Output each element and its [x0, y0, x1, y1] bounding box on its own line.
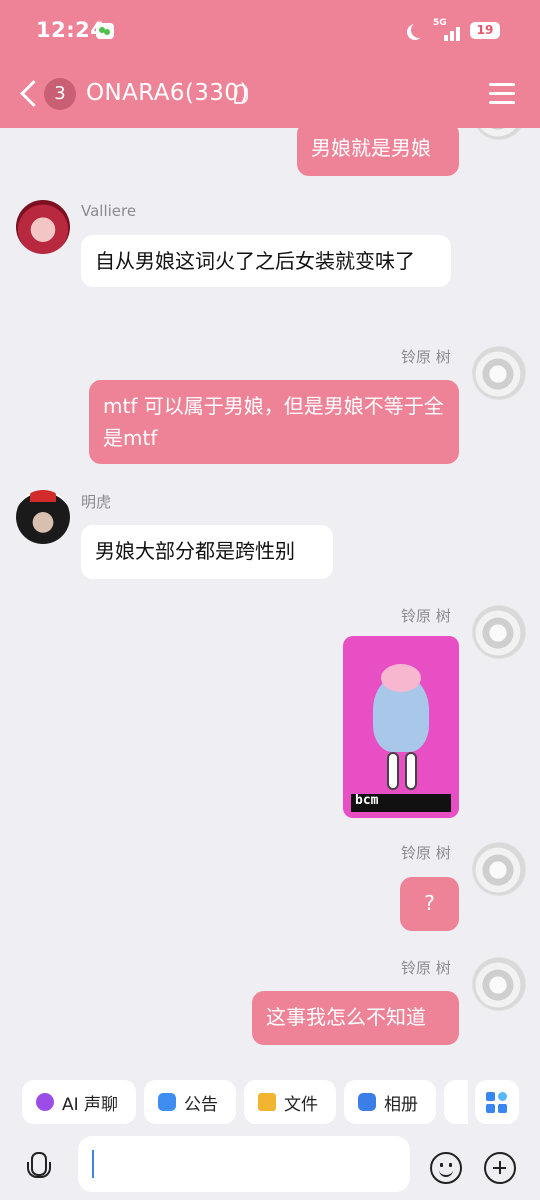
- sender-name: 铃原 树: [401, 844, 451, 862]
- battery-icon: 19: [470, 22, 500, 39]
- avatar[interactable]: [472, 346, 526, 400]
- do-not-disturb-icon: [411, 22, 427, 38]
- status-bar: 12:24 5G 19: [0, 0, 540, 64]
- message-bubble[interactable]: 这事我怎么不知道: [252, 991, 459, 1045]
- sticker-character: [373, 664, 429, 752]
- apps-grid-icon: [486, 1091, 507, 1113]
- chip-label: 文件: [284, 1094, 318, 1115]
- wechat-notification-icon: [96, 23, 114, 39]
- chip-label: 相册: [384, 1094, 418, 1115]
- chip-label: 公告: [184, 1094, 218, 1115]
- ai-voice-chat-button[interactable]: AI 声聊: [22, 1080, 136, 1124]
- microphone-icon[interactable]: [26, 1152, 51, 1184]
- ai-voice-icon: [36, 1093, 54, 1111]
- avatar[interactable]: [16, 490, 70, 544]
- message-bubble[interactable]: 男娘就是男娘: [297, 128, 459, 176]
- sender-name: 铃原 树: [401, 607, 451, 625]
- avatar[interactable]: [16, 200, 70, 254]
- avatar[interactable]: [472, 842, 526, 896]
- sender-name: 铃原 树: [401, 348, 451, 366]
- message-bubble[interactable]: ?: [400, 877, 459, 931]
- avatar[interactable]: [472, 957, 526, 1011]
- plus-icon[interactable]: [484, 1152, 516, 1184]
- file-button[interactable]: 文件: [244, 1080, 336, 1124]
- earpiece-mode-icon: [234, 84, 248, 104]
- sticker-caption: bcm: [355, 793, 379, 808]
- sender-name: 明虎: [81, 493, 112, 511]
- signal-icon: 5G: [432, 18, 462, 41]
- sender-name: Valliere: [81, 202, 137, 220]
- chat-title[interactable]: ONARA6(330): [86, 80, 249, 106]
- message-bubble[interactable]: mtf 可以属于男娘，但是男娘不等于全是mtf: [89, 380, 459, 464]
- text-caret: [92, 1150, 94, 1178]
- chip-label: AI 声聊: [62, 1094, 119, 1115]
- message-bubble[interactable]: 自从男娘这词火了之后女装就变味了: [81, 235, 451, 287]
- chat-header: 12:24 5G 19 3 ONARA6(330): [0, 0, 540, 128]
- menu-icon[interactable]: [489, 83, 515, 105]
- folder-icon: [258, 1093, 276, 1111]
- input-bar: [0, 1136, 540, 1200]
- album-button[interactable]: 相册: [344, 1080, 436, 1124]
- unread-count-badge[interactable]: 3: [44, 78, 76, 110]
- more-chip-partial[interactable]: [444, 1080, 468, 1124]
- avatar[interactable]: [472, 605, 526, 659]
- sticker-image[interactable]: bcm: [343, 636, 459, 818]
- network-type: 5G: [433, 18, 447, 28]
- message-input[interactable]: [78, 1136, 410, 1192]
- back-arrow-icon[interactable]: [18, 80, 40, 108]
- avatar[interactable]: [472, 128, 526, 140]
- announcement-icon: [158, 1093, 176, 1111]
- status-time: 12:24: [36, 18, 106, 42]
- sender-name: 铃原 树: [401, 959, 451, 977]
- announcement-button[interactable]: 公告: [144, 1080, 236, 1124]
- message-bubble[interactable]: 男娘大部分都是跨性别: [81, 525, 333, 579]
- quick-action-bar: AI 声聊 公告 文件 相册: [0, 1070, 540, 1136]
- emoji-icon[interactable]: [430, 1152, 462, 1184]
- message-list[interactable]: 男娘就是男娘 Valliere 自从男娘这词火了之后女装就变味了 铃原 树 mt…: [0, 128, 540, 1070]
- album-icon: [358, 1093, 376, 1111]
- more-apps-button[interactable]: [475, 1080, 519, 1124]
